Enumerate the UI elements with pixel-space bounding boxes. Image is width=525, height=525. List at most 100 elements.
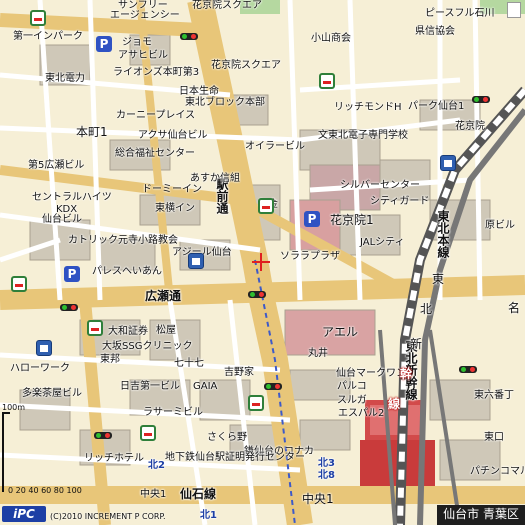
poi-label: アサヒビル (118, 50, 168, 61)
poi-label: 花京院スクエア (211, 60, 281, 71)
poi-label: ジョモ (122, 37, 152, 48)
poi-label: KDX (56, 204, 78, 215)
area-label-bar: 仙台市 青葉区 (437, 505, 525, 525)
poi-label: エスパル2 (338, 408, 385, 419)
poi-label: 小山商会 (311, 33, 351, 44)
poi-label: リッチモンドH (334, 102, 402, 113)
convenience-store-icon[interactable] (319, 73, 335, 89)
scale-bottom-label: 0 20 40 60 80 100 (8, 486, 82, 495)
poi-label: ピースフル石川 (425, 8, 495, 19)
scale-top-label: 100m (2, 403, 26, 412)
area-label-chuo1: 中央1 (302, 492, 334, 506)
bank-icon[interactable] (36, 340, 52, 356)
poi-label: 東邦 (100, 354, 120, 365)
poi-label: セントラルハイツ (32, 192, 112, 203)
poi-label: オイラービル (245, 141, 305, 152)
parking-icon[interactable]: P (96, 36, 112, 52)
poi-label: 東横イン (155, 203, 195, 214)
area-label-chuo1-b: 中央1 (140, 489, 167, 500)
street-label-senseki-line: 仙石線 (180, 487, 217, 501)
area-label-kakyoin: 花京院1 (330, 213, 374, 227)
convenience-store-icon[interactable] (248, 395, 264, 411)
poi-label: 総合福祉センター (115, 148, 195, 159)
street-label-touhoku-line: 東北本線 (436, 210, 450, 258)
poi-label: 第一インパーク (13, 31, 83, 42)
map-toggle-button[interactable] (507, 2, 521, 18)
poi-label: 東北ブロック本部 (185, 97, 265, 108)
poi-label: 仙台ビル (42, 214, 82, 225)
poi-label: パーク仙台1 (408, 101, 465, 112)
poi-label: GAIA (193, 381, 218, 392)
map-view[interactable]: 駅前通 広瀬通 仙石線 東北本線 東北新幹線 本町1 花京院1 中央1 中央1 … (0, 0, 525, 525)
poi-label: 東北電力 (45, 73, 85, 84)
traffic-signal-icon (264, 383, 282, 390)
parking-icon[interactable]: P (304, 211, 320, 227)
poi-label: ドーミーイン (142, 184, 202, 195)
poi-label: 七十七 (174, 358, 204, 369)
poi-label-higashi: 東 (432, 272, 445, 286)
area-label-hon-machi: 本町1 (76, 125, 108, 139)
traffic-signal-icon (248, 291, 266, 298)
poi-label-kan: 幹 (400, 367, 413, 381)
bank-icon[interactable] (188, 253, 204, 269)
poi-label: 花京院 (455, 121, 485, 132)
street-label-hirose-dori: 広瀬通 (145, 289, 182, 303)
traffic-signal-icon (459, 366, 477, 373)
poi-label: 東六番丁 (474, 390, 514, 401)
ipc-logo: iPC (2, 506, 46, 522)
poi-label: パチンコマルハン (470, 466, 525, 477)
poi-label: 多楽茶屋ビル (22, 388, 82, 399)
poi-label: パレスへいあん (92, 266, 162, 277)
poi-label: 東口 (484, 432, 504, 443)
poi-label: アクサ仙台ビル (138, 130, 208, 141)
convenience-store-icon[interactable] (87, 320, 103, 336)
poi-label: 日本生命 (179, 86, 219, 97)
poi-label: エージェンシー (110, 10, 180, 21)
poi-label: 原ビル (485, 220, 515, 231)
poi-label: あすか信組 (190, 173, 240, 184)
convenience-store-icon[interactable] (11, 276, 27, 292)
poi-label: ハローワーク (10, 363, 70, 374)
subway-exit-north8: 北8 (318, 470, 335, 481)
parking-icon[interactable]: P (64, 266, 80, 282)
poi-label: 仙台マークワン (336, 368, 406, 379)
poi-label: 大坂SSGクリニック (102, 341, 193, 352)
poi-label: 松屋 (156, 325, 176, 336)
copyright-text: (C)2010 INCREMENT P CORP. (50, 512, 166, 521)
bank-icon[interactable] (440, 155, 456, 171)
traffic-signal-icon (60, 304, 78, 311)
poi-label: さくら野 (207, 432, 247, 443)
convenience-store-icon[interactable] (258, 198, 274, 214)
poi-label: パルコ (337, 381, 367, 392)
poi-label: 地下鉄仙台駅証明発行センター (165, 452, 305, 463)
poi-label: シティガード (370, 196, 430, 207)
poi-label: カトリック元寺小路教会 (68, 235, 178, 246)
subway-exit-north2: 北2 (148, 460, 165, 471)
traffic-signal-icon (180, 33, 198, 40)
poi-label: カーニープレイス (116, 110, 196, 121)
poi-label: ソララプラザ (280, 251, 340, 262)
poi-label: 第5広瀬ビル (28, 160, 85, 171)
subway-exit-north1: 北1 (200, 510, 217, 521)
poi-label-shin: 新 (410, 337, 423, 351)
poi-label-machi: 名 (508, 301, 521, 315)
poi-label: JALシティ (360, 237, 405, 248)
subway-exit-north3: 北3 (318, 458, 335, 469)
scale-bar (2, 412, 10, 492)
poi-label: 県信協会 (415, 26, 455, 37)
convenience-store-icon[interactable] (30, 10, 46, 26)
poi-label: 文東北電子専門学校 (318, 130, 408, 141)
poi-label: 丸井 (308, 348, 328, 359)
poi-label-sen: 線 (388, 397, 401, 411)
poi-label: 吉野家 (224, 367, 254, 378)
poi-label: 日吉第一ビル (120, 381, 180, 392)
poi-label: ライオンズ本町第3 (113, 67, 200, 78)
poi-label: リッチホテル (84, 453, 144, 464)
convenience-store-icon[interactable] (140, 425, 156, 441)
poi-label: スルガ (337, 395, 367, 406)
traffic-signal-icon (472, 96, 490, 103)
poi-label: 花京院スクエア (192, 0, 262, 11)
poi-label-aeru: アエル (322, 325, 359, 339)
poi-label: 大和証券 (108, 326, 148, 337)
traffic-signal-icon (94, 432, 112, 439)
